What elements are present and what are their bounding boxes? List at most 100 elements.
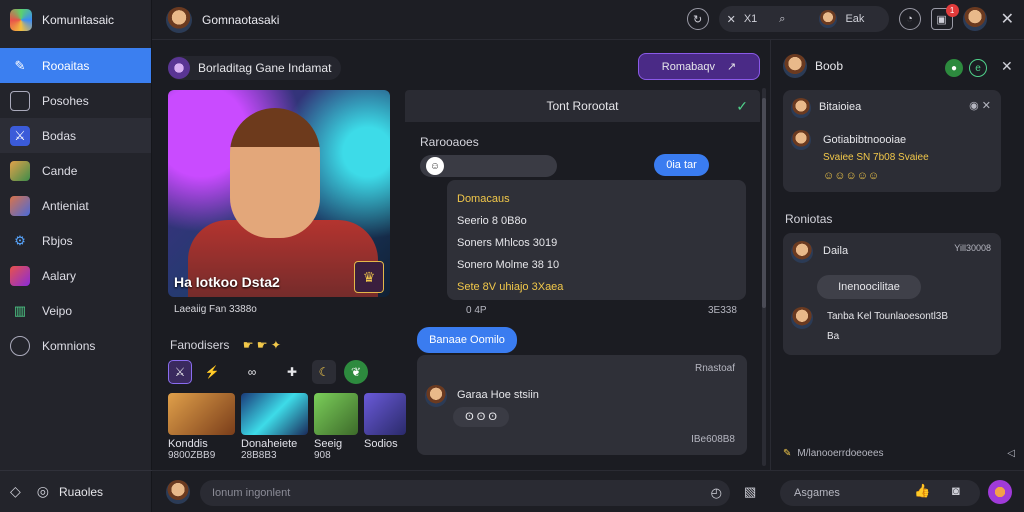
sidebar-item-8[interactable]: Komnions — [0, 328, 151, 363]
character-thumbnail — [241, 393, 308, 435]
card-line: Domacaus — [457, 193, 510, 205]
check-icon[interactable]: ✓ — [736, 98, 748, 115]
composer-user-avatar[interactable] — [988, 480, 1012, 504]
channel-avatar[interactable] — [166, 6, 192, 33]
link-icon[interactable]: ∞ — [232, 360, 272, 384]
favorites-label: Fanodisers ☛ ☛ ✦ — [170, 338, 281, 352]
right-card-1[interactable]: Bitaioiea ◉ ✕ Gotiabibtnoooiae Svaiee SN… — [783, 90, 1001, 192]
character-card[interactable]: Konddis 9800ZBB9 — [168, 393, 235, 461]
wand-icon[interactable]: ⚡ — [200, 360, 224, 384]
search-prefix: X1 — [743, 13, 758, 25]
message-card[interactable]: Domacaus Seerio 8 0B8o Soners Mhlcos 301… — [447, 180, 746, 300]
sidebar-item-label: Veipo — [42, 303, 73, 318]
compass-icon[interactable]: ◎ — [37, 483, 49, 500]
info-icon[interactable]: e — [969, 59, 987, 77]
sidebar-footer-label[interactable]: Ruaoles — [59, 485, 103, 499]
emoji-icon: ☺ — [426, 157, 444, 175]
game-header[interactable]: Borladitag Gane Indamat — [168, 56, 342, 80]
camera-icon[interactable]: ◙ — [952, 483, 960, 498]
diamond-icon[interactable]: ◇ — [10, 483, 21, 500]
refresh-icon[interactable]: ↻ — [686, 8, 709, 30]
blue-message-pill[interactable]: Banaae Oomilo — [417, 327, 517, 353]
sidebar-item-7[interactable]: ▥ Veipo — [0, 293, 151, 328]
card-right-meta: 3E338 — [708, 305, 737, 316]
card1-line2: Svaiee SN 7b08 Svaiee — [823, 152, 929, 163]
composer-avatar[interactable] — [166, 480, 190, 504]
sidebar-item-3[interactable]: Cande — [0, 153, 151, 188]
close-icon[interactable]: ✕ — [1001, 9, 1014, 29]
card-line: Soners Mhlcos 3019 — [457, 237, 558, 249]
message-input[interactable]: Ionum ingonlent ◴ — [200, 480, 730, 506]
character-icon — [10, 195, 30, 216]
cross-icon[interactable]: ✚ — [280, 360, 304, 384]
character-card[interactable]: Seeig 908 — [314, 393, 358, 461]
character-name: Seeig — [314, 438, 343, 450]
user-avatar[interactable] — [962, 7, 987, 31]
character-thumbnail — [168, 393, 235, 435]
hero-filter-icon[interactable]: ⚔ — [168, 360, 192, 384]
top-actions: ↻ ✕ X1 ⌕ Eak ◔ ▣ 1 ✕ — [686, 4, 1014, 32]
right-card-2[interactable]: Daila Yill30008 Inenoocilitae Tanba Kel … — [783, 233, 1001, 355]
action-button[interactable]: Romabaqv ↗ — [638, 53, 760, 80]
banana-icon[interactable]: ☾ — [312, 360, 336, 384]
outgoing-bubble[interactable]: 0ia tar — [654, 154, 709, 176]
search-user-avatar — [819, 10, 838, 28]
crest-icon: ♛ — [354, 261, 384, 293]
character-card[interactable]: Sodios — [364, 393, 406, 461]
sidebar-item-6[interactable]: Aalary — [0, 258, 151, 293]
action-button-label: Romabaqv — [661, 60, 715, 73]
sidebar-item-5[interactable]: ⚙ Rbjos — [0, 223, 151, 258]
search-icon[interactable]: ⌕ — [779, 13, 785, 26]
like-icon[interactable]: 👍 — [914, 483, 930, 499]
right-close-icon[interactable]: ✕ — [1001, 58, 1013, 75]
card-line: Sonero Molme 38 10 — [457, 259, 560, 271]
hero-title: Ha Iotkoo Dsta2 — [174, 274, 280, 290]
search-bar[interactable]: ✕ X1 ⌕ Eak — [718, 6, 889, 32]
close-small-icon[interactable]: ✕ — [727, 13, 736, 26]
online-icon[interactable]: ● — [945, 59, 963, 77]
sidebar-item-label: Rbjos — [42, 233, 73, 248]
sidebar-nav: ✎ Rooaitas Posohes ⚔ Bodas Cande Antieni… — [0, 48, 151, 363]
card2-pill[interactable]: Inenoocilitae — [817, 275, 921, 299]
right-user-name: Boob — [815, 59, 844, 73]
sidebar-item-2[interactable]: ⚔ Bodas — [0, 118, 151, 153]
emoji-picker-icon[interactable]: ◴ — [711, 485, 722, 501]
sidebar-item-0[interactable]: ✎ Rooaitas — [0, 48, 151, 83]
scrollbar-thumb[interactable] — [762, 98, 766, 308]
card2-reactions[interactable]: ʘ ʘ ʘ — [453, 407, 509, 427]
headset-icon[interactable]: ◔ — [898, 8, 921, 30]
message-card-2[interactable]: Rnastoaf Garaa Hoe stsiin ʘ ʘ ʘ IBe608B8 — [417, 355, 747, 455]
sidebar-item-4[interactable]: Antieniat — [0, 188, 151, 223]
character-card[interactable]: Donaheiete 28B8B3 — [241, 393, 308, 461]
notifications[interactable]: ▣ 1 — [930, 4, 959, 30]
right-user-avatar[interactable] — [783, 54, 807, 78]
brand[interactable]: Komunitasaic — [0, 0, 151, 40]
sender-avatar[interactable] — [425, 385, 447, 407]
controller-icon: ⚙ — [14, 232, 26, 248]
card-line: Sete 8V uhiajo 3Xaea — [457, 281, 564, 293]
card2-reactions: Ba — [827, 331, 840, 342]
chat-section-label: Rarooaoes — [420, 135, 479, 149]
notification-badge: 1 — [945, 4, 959, 17]
card1-avatar — [791, 98, 811, 118]
card1-close-icon[interactable]: ◉ ✕ — [969, 99, 991, 112]
send-small-icon[interactable]: ◁ — [1007, 448, 1015, 459]
right-footer[interactable]: ✎ M/lanooerrdoeoees ◁ — [783, 442, 1015, 464]
right-user-header: Boob — [783, 54, 843, 78]
app-name: Komunitasaic — [42, 13, 115, 27]
incoming-bubble[interactable]: ☺ — [420, 155, 557, 177]
sidebar-item-1[interactable]: Posohes — [0, 83, 151, 118]
attach-icon[interactable]: ▧ — [744, 484, 756, 500]
sword-icon: ⚔ — [10, 125, 30, 146]
leaf-icon[interactable]: ❦ — [344, 360, 368, 384]
sidebar-item-label: Komnions — [42, 338, 96, 353]
channel-title: Gomnaotasaki — [202, 12, 280, 27]
hero-image[interactable]: ♛ — [168, 90, 390, 297]
card1-title: Bitaioiea — [819, 101, 862, 113]
card2-line: Tanba Kel Tounlaoesontl3B — [827, 311, 949, 322]
reply-input[interactable]: Asgames — [780, 480, 980, 506]
chat-scrollbar[interactable] — [762, 88, 766, 466]
character-price: 9800ZBB9 — [168, 450, 216, 461]
right-footer-text: M/lanooerrdoeoees — [797, 447, 884, 459]
sidebar-footer: ◇ ◎ Ruaoles — [0, 470, 152, 512]
